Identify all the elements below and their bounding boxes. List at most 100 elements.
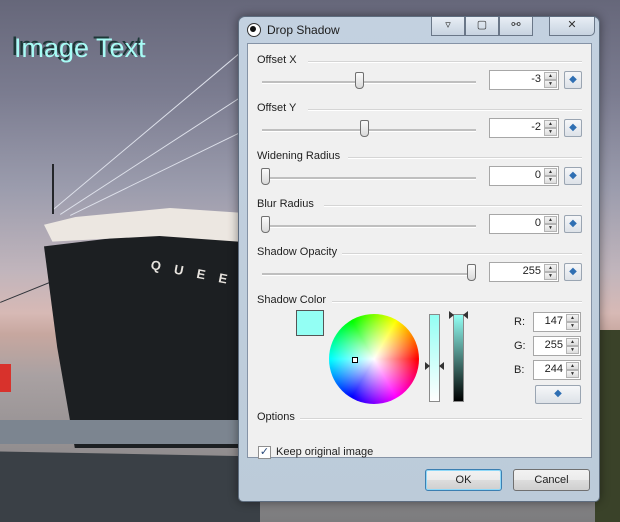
ok-button[interactable]: OK (425, 469, 502, 491)
offset-x-reset-button[interactable]: ◆ (564, 71, 582, 89)
spin-up-icon[interactable]: ▲ (544, 120, 557, 128)
color-reset-button[interactable]: ◆ (535, 385, 581, 404)
spinner: ▲ ▼ (566, 314, 579, 330)
blue-input[interactable]: 244 ▲ ▼ (533, 360, 581, 380)
red-flag (0, 364, 11, 392)
blur-radius-reset-button[interactable]: ◆ (564, 215, 582, 233)
dock (0, 420, 240, 444)
widening-radius-slider-thumb[interactable] (261, 168, 271, 185)
close-button[interactable]: ✕ (549, 17, 595, 36)
image-overlay-text: Image Text (14, 33, 146, 63)
spin-up-icon[interactable]: ▲ (566, 362, 579, 370)
offset-x-value: -3 (531, 73, 541, 85)
dialog-footer: OK Cancel (239, 457, 599, 501)
value-bar[interactable] (453, 314, 464, 402)
shadow-opacity-slider-track[interactable] (262, 273, 476, 276)
dialog-title: Drop Shadow (267, 23, 340, 37)
offset-y-slider-track[interactable] (262, 129, 476, 132)
offset-x-slider-thumb[interactable] (355, 72, 365, 89)
spinner: ▲ ▼ (566, 362, 579, 378)
shadow-color-label: Shadow Color (257, 294, 327, 306)
saturation-bar[interactable] (429, 314, 440, 402)
spinner: ▲ ▼ (544, 216, 557, 232)
offset-y-slider-thumb[interactable] (359, 120, 369, 137)
divider (332, 301, 582, 303)
spinner: ▲ ▼ (544, 120, 557, 136)
maximize-button[interactable]: ▢ (465, 17, 499, 36)
spin-up-icon[interactable]: ▲ (566, 314, 579, 322)
options-label: Options (257, 411, 295, 423)
spin-down-icon[interactable]: ▼ (566, 322, 579, 330)
ship-mast (52, 164, 54, 214)
widening-radius-label: Widening Radius (257, 150, 341, 162)
widening-radius-value: 0 (534, 169, 541, 181)
spin-down-icon[interactable]: ▼ (544, 176, 557, 184)
saturation-slider-arrow-icon[interactable] (425, 362, 430, 370)
shadow-opacity-slider-thumb[interactable] (466, 264, 476, 281)
spin-up-icon[interactable]: ▲ (544, 168, 557, 176)
spin-up-icon[interactable]: ▲ (566, 338, 579, 346)
offset-y-value: -2 (531, 121, 541, 133)
widening-radius-slider-track[interactable] (262, 177, 476, 180)
rollup-button[interactable]: ▿ (431, 17, 465, 36)
red-label: R: (514, 316, 525, 328)
value-slider-arrow-icon[interactable] (463, 311, 468, 319)
blur-radius-input[interactable]: 0 ▲ ▼ (489, 214, 559, 234)
divider (348, 157, 582, 159)
spinner: ▲ ▼ (544, 72, 557, 88)
red-input[interactable]: 147 ▲ ▼ (533, 312, 581, 332)
spin-down-icon[interactable]: ▼ (544, 80, 557, 88)
color-swatch[interactable] (296, 310, 324, 336)
spin-up-icon[interactable]: ▲ (544, 216, 557, 224)
spin-down-icon[interactable]: ▼ (566, 370, 579, 378)
blur-radius-slider-thumb[interactable] (261, 216, 271, 233)
color-wheel-marker[interactable] (352, 357, 358, 363)
green-input[interactable]: 255 ▲ ▼ (533, 336, 581, 356)
value-slider-arrow-icon[interactable] (449, 311, 454, 319)
options-button[interactable]: ⚯ (499, 17, 533, 36)
spin-down-icon[interactable]: ▼ (544, 224, 557, 232)
divider (300, 418, 582, 420)
divider (308, 61, 582, 63)
offset-x-slider-track[interactable] (262, 81, 476, 84)
blur-radius-value: 0 (534, 217, 541, 229)
spinner: ▲ ▼ (544, 168, 557, 184)
submarine (0, 451, 260, 522)
spin-down-icon[interactable]: ▼ (544, 272, 557, 280)
widening-radius-input[interactable]: 0 ▲ ▼ (489, 166, 559, 186)
drop-shadow-dialog: Drop Shadow ▿ ▢ ⚯ ✕ Offset X -3 ▲ ▼ ◆ Of… (238, 16, 600, 502)
blur-radius-label: Blur Radius (257, 198, 314, 210)
red-value: 147 (544, 315, 563, 327)
green-value: 255 (544, 339, 563, 351)
ship-hull (44, 232, 264, 448)
cancel-button[interactable]: Cancel (513, 469, 590, 491)
rigging-line (52, 49, 245, 211)
divider (308, 109, 582, 111)
blue-label: B: (514, 364, 525, 376)
spinner: ▲ ▼ (544, 264, 557, 280)
offset-x-input[interactable]: -3 ▲ ▼ (489, 70, 559, 90)
spin-down-icon[interactable]: ▼ (566, 346, 579, 354)
offset-y-input[interactable]: -2 ▲ ▼ (489, 118, 559, 138)
spin-down-icon[interactable]: ▼ (544, 128, 557, 136)
blue-value: 244 (544, 363, 563, 375)
spin-up-icon[interactable]: ▲ (544, 72, 557, 80)
shadow-opacity-value: 255 (522, 265, 541, 277)
rigging-line (60, 83, 262, 215)
offset-y-reset-button[interactable]: ◆ (564, 119, 582, 137)
offset-y-label: Offset Y (257, 102, 297, 114)
offset-x-label: Offset X (257, 54, 297, 66)
shadow-opacity-label: Shadow Opacity (257, 246, 338, 258)
spinner: ▲ ▼ (566, 338, 579, 354)
shadow-opacity-reset-button[interactable]: ◆ (564, 263, 582, 281)
saturation-slider-arrow-icon[interactable] (439, 362, 444, 370)
color-wheel[interactable] (329, 314, 419, 404)
widening-radius-reset-button[interactable]: ◆ (564, 167, 582, 185)
title-bar[interactable]: Drop Shadow ▿ ▢ ⚯ ✕ (239, 17, 599, 43)
divider (324, 205, 582, 207)
blur-radius-slider-track[interactable] (262, 225, 476, 228)
shadow-opacity-input[interactable]: 255 ▲ ▼ (489, 262, 559, 282)
spin-up-icon[interactable]: ▲ (544, 264, 557, 272)
dialog-content: Offset X -3 ▲ ▼ ◆ Offset Y -2 ▲ ▼ ◆ Wide… (247, 43, 592, 459)
green-label: G: (514, 340, 526, 352)
